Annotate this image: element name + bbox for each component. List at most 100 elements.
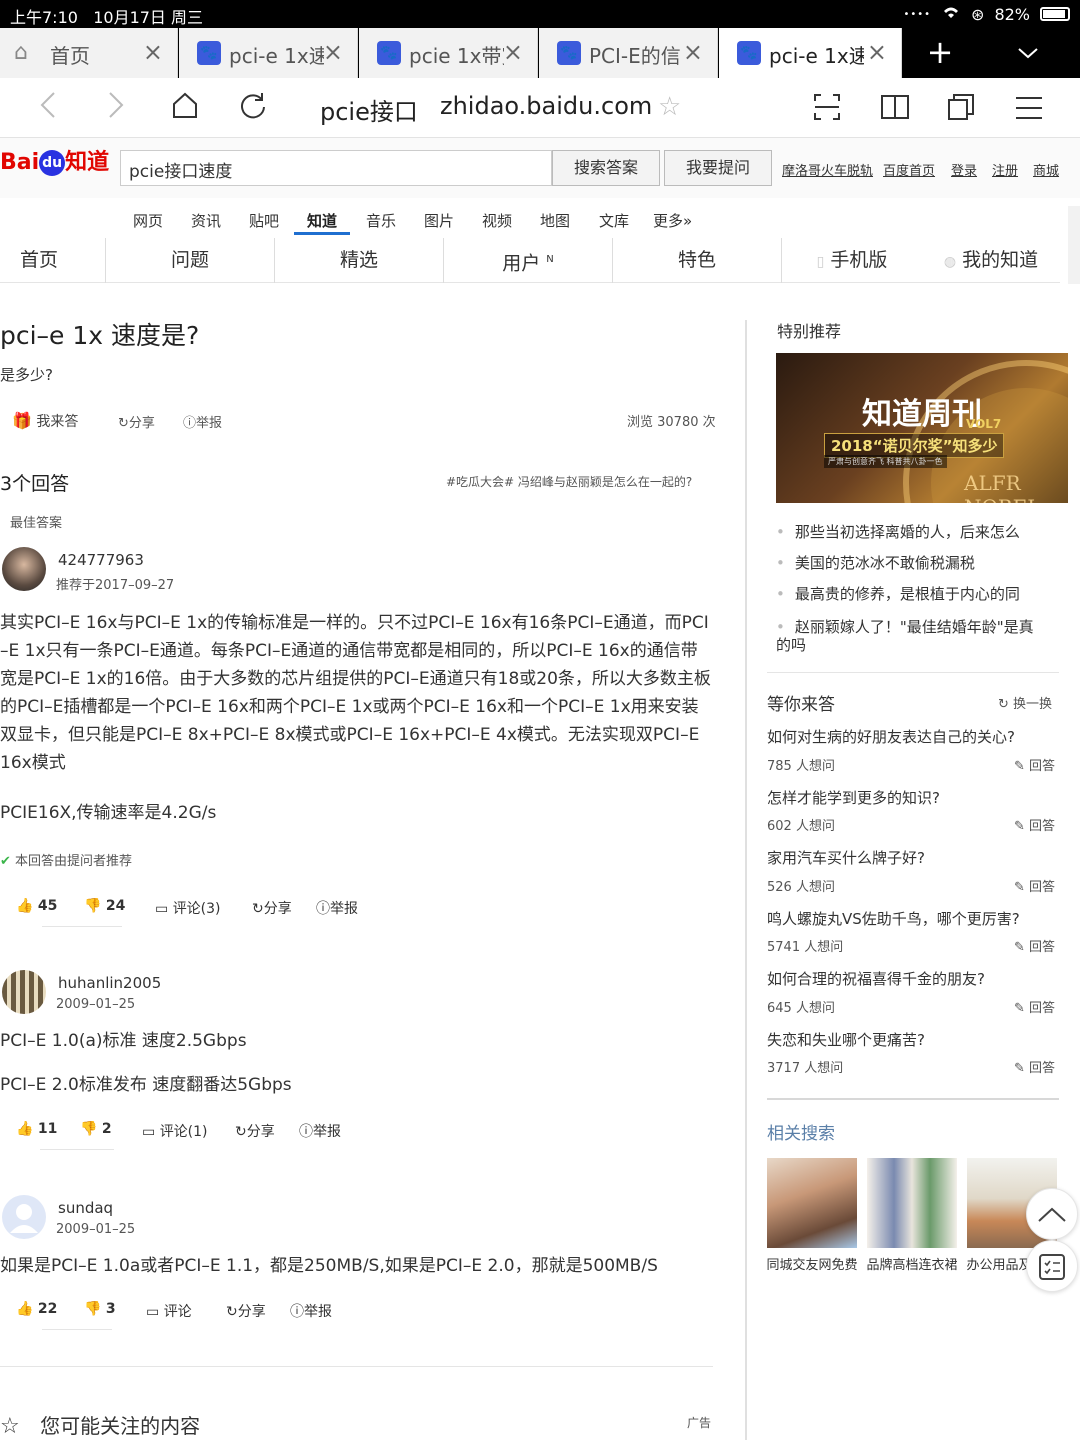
nav-featured[interactable]: 精选 <box>275 238 444 283</box>
feedback-button[interactable] <box>1026 1240 1078 1292</box>
special-link[interactable]: 赵丽颖嫁人了！"最佳结婚年龄"是真的吗 <box>776 618 1046 654</box>
avatar[interactable] <box>2 547 46 591</box>
chevron-up-icon <box>1038 1207 1066 1222</box>
reader-icon[interactable] <box>880 92 910 130</box>
answer-link[interactable]: ✎ 回答 <box>1014 1057 1055 1076</box>
nav-questions[interactable]: 问题 <box>106 238 275 283</box>
nav-my-zhidao[interactable]: ◍ 我的知道 <box>922 238 1060 283</box>
nav-mobile[interactable]: ▯ 手机版 <box>782 238 922 283</box>
cat-wenku[interactable]: 文库 <box>599 210 629 231</box>
question-report-button[interactable]: ⓘ举报 <box>183 412 222 431</box>
wait-question[interactable]: 如何合理的祝福喜得千金的朋友? <box>767 968 985 989</box>
answer-link[interactable]: ✎ 回答 <box>1014 997 1055 1016</box>
special-link[interactable]: 美国的范冰冰不敢偷税漏税 <box>776 554 1046 572</box>
close-icon[interactable]: × <box>683 38 703 66</box>
related-image-dress[interactable] <box>867 1158 957 1248</box>
wait-question[interactable]: 鸣人螺旋丸VS佐助千鸟，哪个更厉害? <box>767 908 1020 929</box>
report-button[interactable]: ⓘ举报 <box>299 1121 341 1141</box>
scan-icon[interactable] <box>812 92 842 130</box>
wait-question[interactable]: 家用汽车买什么牌子好? <box>767 847 925 868</box>
report-button[interactable]: ⓘ举报 <box>290 1301 332 1321</box>
answer-user[interactable]: 424777963 <box>58 551 144 569</box>
like-button[interactable]: 👍 45 <box>16 898 57 914</box>
home-icon[interactable] <box>170 90 200 128</box>
vote-underline <box>40 1149 114 1150</box>
nav-home[interactable]: 首页 <box>0 238 106 283</box>
tab-home[interactable]: ⌂ 首页 × <box>0 28 178 78</box>
baidu-zhidao-logo[interactable]: Bai du 知道 <box>0 144 109 176</box>
ask-question-button[interactable]: 我要提问 <box>664 150 772 186</box>
special-link[interactable]: 那些当初选择离婚的人，后来怎么 <box>776 523 1046 541</box>
avatar[interactable] <box>2 970 46 1014</box>
mall-link[interactable]: 商城 <box>1033 160 1059 179</box>
comment-button[interactable]: ▭ 评论 <box>146 1301 192 1321</box>
close-icon[interactable]: × <box>503 38 523 66</box>
register-link[interactable]: 注册 <box>992 160 1018 179</box>
special-link[interactable]: 最高贵的修养，是根植于内心的同 <box>776 585 1046 603</box>
wait-question[interactable]: 如何对生病的好朋友表达自己的关心? <box>767 726 1015 747</box>
answer-link[interactable]: ✎ 回答 <box>1014 755 1055 774</box>
question-share-button[interactable]: ↻分享 <box>118 412 155 431</box>
answer-link[interactable]: ✎ 回答 <box>1014 815 1055 834</box>
close-icon[interactable]: × <box>143 38 163 66</box>
answer-user[interactable]: huhanlin2005 <box>58 974 161 992</box>
share-button[interactable]: ↻分享 <box>252 898 292 918</box>
tab-pci-e-info[interactable]: 🐾 PCI-E的信 × <box>539 28 718 78</box>
nav-special[interactable]: 特色 <box>613 238 782 283</box>
related-caption[interactable]: 同城交友网免费 <box>764 1256 860 1275</box>
like-button[interactable]: 👍 22 <box>16 1301 57 1317</box>
tab-pcie-1x-speed[interactable]: 🐾 pci-e 1x速度 × <box>179 28 358 78</box>
wait-question[interactable]: 怎样才能学到更多的知识? <box>767 787 940 808</box>
hot-topic-link[interactable]: #吃瓜大会# 冯绍峰与赵丽颖是怎么在一起的? <box>446 473 692 490</box>
back-icon[interactable] <box>38 90 58 128</box>
answer-link[interactable]: ✎ 回答 <box>1014 876 1055 895</box>
wait-question[interactable]: 失恋和失业哪个更痛苦? <box>767 1029 925 1050</box>
close-icon[interactable]: × <box>867 38 887 66</box>
new-tab-button[interactable]: + <box>920 28 960 78</box>
cat-news[interactable]: 资讯 <box>191 210 221 231</box>
menu-icon[interactable] <box>1014 94 1044 129</box>
tab-list-chevron-icon[interactable] <box>1008 28 1048 78</box>
refresh-icon[interactable] <box>238 90 268 128</box>
dislike-button[interactable]: 👎 2 <box>80 1121 112 1137</box>
related-image-dating[interactable] <box>767 1158 857 1248</box>
cat-music[interactable]: 音乐 <box>366 210 396 231</box>
cat-video[interactable]: 视频 <box>482 210 512 231</box>
refresh-button[interactable]: ↻ 换一换 <box>998 693 1052 712</box>
cat-zhidao[interactable]: 知道 <box>307 210 337 231</box>
promo-banner[interactable]: 知道周刊 VOL7 2018“诺贝尔奖”知多少 严肃与创意齐飞 科普共八卦一色 … <box>776 353 1068 503</box>
cat-tieba[interactable]: 贴吧 <box>249 210 279 231</box>
share-button[interactable]: ↻分享 <box>226 1301 266 1321</box>
back-to-top-button[interactable] <box>1026 1188 1078 1240</box>
related-caption[interactable]: 品牌高档连衣裙 <box>864 1256 960 1275</box>
address-query[interactable]: pcie接口 <box>320 92 418 127</box>
search-input[interactable]: pcie接口速度 <box>120 150 552 186</box>
answer-link[interactable]: ✎ 回答 <box>1014 936 1055 955</box>
search-answer-button[interactable]: 搜索答案 <box>552 150 660 186</box>
login-link[interactable]: 登录 <box>951 160 977 179</box>
tab-active[interactable]: 🐾 pci-e 1x速 × <box>719 28 902 78</box>
cat-images[interactable]: 图片 <box>424 210 454 231</box>
comment-button[interactable]: ▭ 评论(1) <box>142 1121 208 1141</box>
close-icon[interactable]: × <box>323 38 343 66</box>
star-icon[interactable]: ☆ <box>658 92 681 122</box>
nav-users[interactable]: 用户 N <box>444 238 613 283</box>
answer-user[interactable]: sundaq <box>58 1199 113 1217</box>
report-button[interactable]: ⓘ举报 <box>316 898 358 918</box>
cat-map[interactable]: 地图 <box>540 210 570 231</box>
comment-button[interactable]: ▭ 评论(3) <box>155 898 221 918</box>
answer-button[interactable]: 🎁 我来答 <box>12 411 78 431</box>
share-button[interactable]: ↻分享 <box>235 1121 275 1141</box>
like-button[interactable]: 👍 11 <box>16 1121 57 1137</box>
cat-more[interactable]: 更多» <box>653 210 692 231</box>
baidu-home-link[interactable]: 百度首页 <box>883 160 935 179</box>
forward-icon[interactable] <box>106 90 126 128</box>
tab-pcie-1x-bandwidth[interactable]: 🐾 pcie 1x带宽 × <box>359 28 538 78</box>
avatar[interactable] <box>2 1195 46 1239</box>
cat-web[interactable]: 网页 <box>133 210 163 231</box>
tabs-overview-icon[interactable] <box>946 92 976 130</box>
hot-news-link[interactable]: 摩洛哥火车脱轨 <box>782 160 873 179</box>
dislike-button[interactable]: 👎 3 <box>84 1301 116 1317</box>
dislike-button[interactable]: 👎 24 <box>84 898 125 914</box>
address-domain[interactable]: zhidao.baidu.com <box>440 92 652 120</box>
